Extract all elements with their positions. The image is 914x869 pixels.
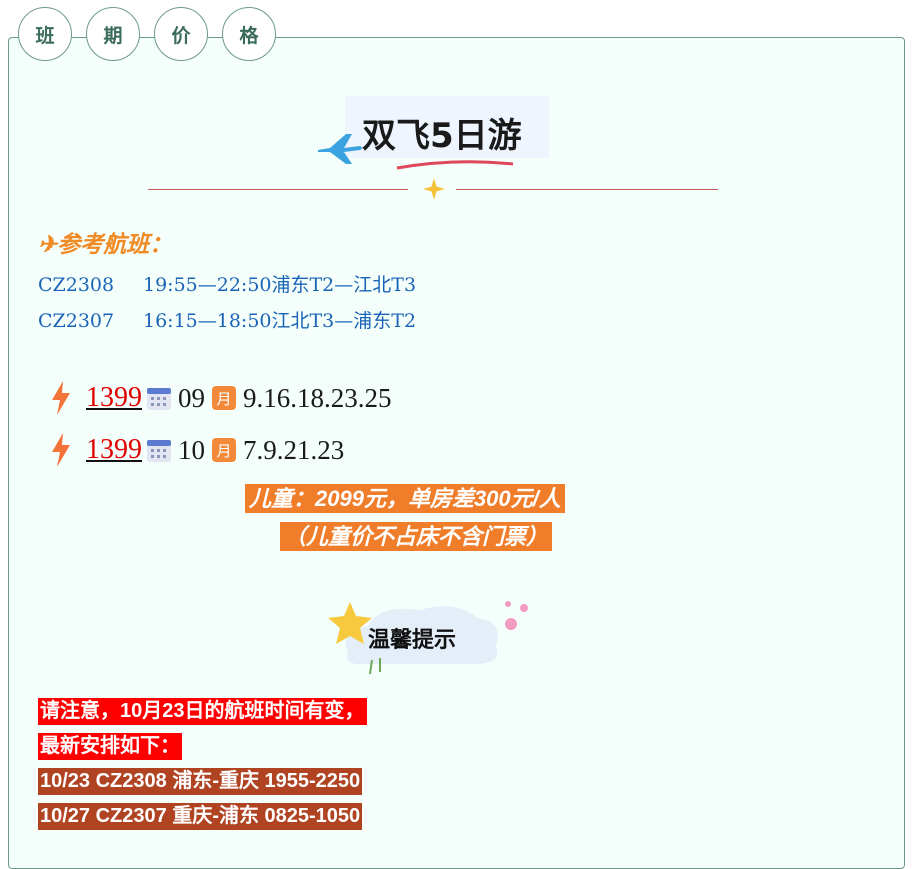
month-badge-icon: 月 [212, 386, 236, 410]
calendar-icon [147, 388, 171, 410]
flights-heading: ✈参考航班： [38, 231, 173, 258]
flight-code: CZ2308 [38, 274, 115, 296]
price-value: 1399 [86, 382, 142, 413]
flight-code: CZ2307 [38, 310, 115, 332]
price-row: 1399 09 月 9.16.18.23.25 [50, 378, 392, 418]
month-badge-icon: 月 [212, 438, 236, 462]
month-badge-text: 月 [216, 442, 231, 460]
month-number: 10 [178, 434, 205, 465]
notice-line: 10/23 CZ2308 浦东-重庆 1955-2250 [38, 768, 363, 795]
title-underline [396, 160, 514, 170]
child-price-note: 儿童：2099元，单房差300元/人 [245, 484, 565, 513]
divider-right [456, 189, 718, 190]
tab-qi[interactable]: 期 [86, 7, 140, 61]
price-value: 1399 [86, 434, 142, 465]
departure-dates: 9.16.18.23.25 [243, 382, 392, 413]
tips-title: 温馨提示 [368, 628, 457, 653]
airplane-icon [318, 134, 362, 164]
sparkle-star-icon [423, 178, 445, 200]
tab-label: 格 [239, 24, 259, 47]
tab-ge[interactable]: 格 [222, 7, 276, 61]
section-tabs: 班 期 价 格 [18, 7, 276, 61]
tab-label: 价 [171, 24, 191, 47]
flight-row: CZ2308 19:55—22:50浦东T2—江北T3 [38, 270, 416, 297]
flight-detail: 16:15—18:50江北T3—浦东T2 [143, 310, 417, 332]
lightning-icon [52, 381, 70, 415]
calendar-icon [147, 440, 171, 462]
child-price-condition: （儿童价不占床不含门票） [280, 522, 553, 551]
departure-dates: 7.9.21.23 [243, 434, 345, 465]
notice-line: 请注意，10月23日的航班时间有变， [38, 698, 367, 725]
flight-detail: 19:55—22:50浦东T2—江北T3 [143, 274, 417, 296]
notice-line: 10/27 CZ2307 重庆-浦东 0825-1050 [38, 803, 363, 830]
tab-ban[interactable]: 班 [18, 7, 72, 61]
month-badge-text: 月 [216, 390, 231, 408]
tab-label: 班 [35, 24, 55, 47]
month-number: 09 [178, 382, 205, 413]
lightning-icon [52, 433, 70, 467]
tab-jia[interactable]: 价 [154, 7, 208, 61]
notice-line: 最新安排如下： [38, 733, 182, 760]
page-title: 双飞5日游 [362, 116, 522, 156]
price-row: 1399 10 月 7.9.21.23 [50, 430, 344, 470]
tab-label: 期 [103, 24, 123, 47]
divider-left [148, 189, 408, 190]
flight-row: CZ2307 16:15—18:50江北T3—浦东T2 [38, 306, 416, 333]
